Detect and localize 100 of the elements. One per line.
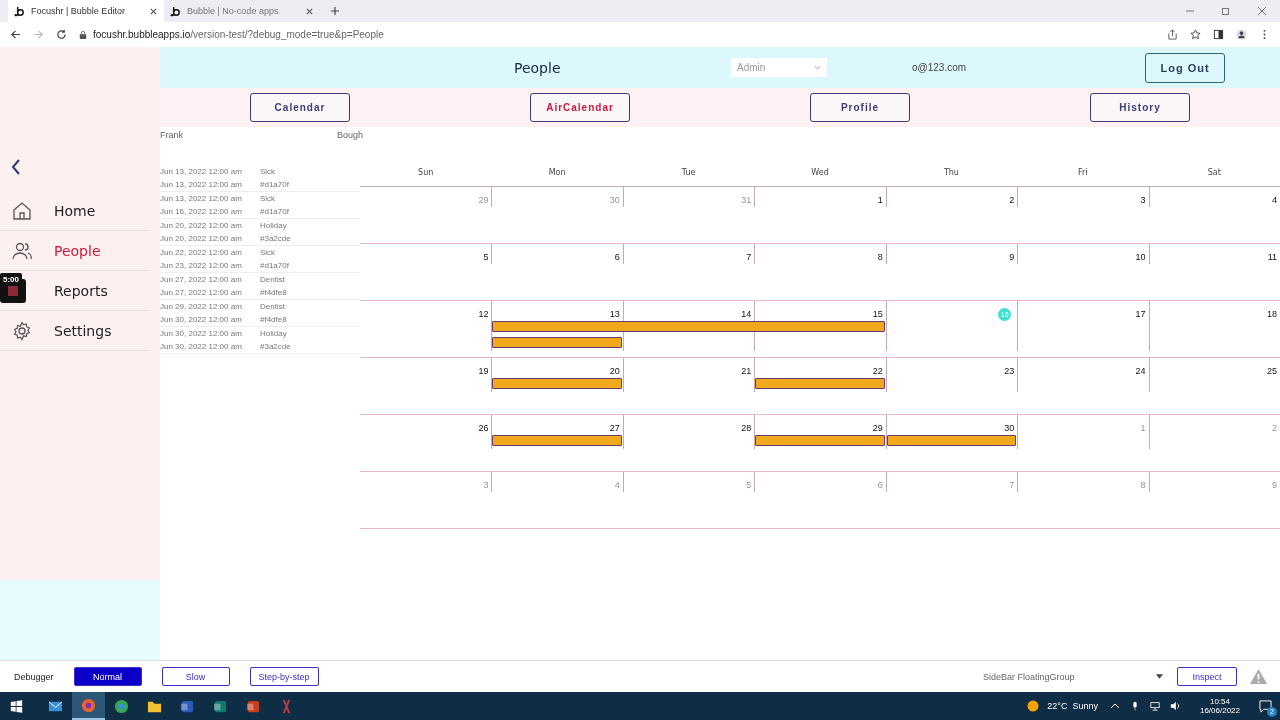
nav-button[interactable]: AirCalendar bbox=[530, 93, 630, 122]
windows-start-icon[interactable] bbox=[10, 699, 23, 713]
calendar-day[interactable]: 26 bbox=[360, 415, 492, 449]
calendar-day[interactable]: 6 bbox=[491, 244, 623, 264]
mail-icon bbox=[48, 698, 63, 714]
day-number: 13 bbox=[609, 309, 620, 319]
profile-icon[interactable] bbox=[1236, 29, 1247, 40]
leave-date: Jun 30, 2022 12:00 am bbox=[160, 315, 243, 324]
weekday-label: Wed bbox=[810, 167, 830, 179]
day-number: 19 bbox=[478, 366, 489, 376]
day-number: 3 bbox=[483, 480, 489, 490]
nav-button[interactable]: History bbox=[1090, 93, 1190, 122]
leave-date: Jun 13, 2022 12:00 am bbox=[160, 180, 243, 189]
first-name: Frank bbox=[160, 130, 183, 140]
leave-color-code: #d1a70f bbox=[260, 207, 290, 216]
nav-button[interactable]: Calendar bbox=[250, 93, 350, 122]
event-bar[interactable] bbox=[492, 378, 622, 389]
day-number: 8 bbox=[1140, 480, 1146, 490]
event-bar[interactable] bbox=[492, 337, 622, 348]
reload-icon[interactable] bbox=[56, 29, 67, 40]
event-bar[interactable] bbox=[492, 321, 885, 332]
calendar-day[interactable]: 3 bbox=[1017, 187, 1149, 207]
new-tab-icon[interactable] bbox=[330, 6, 340, 16]
star-icon[interactable] bbox=[1190, 29, 1201, 40]
calendar-day[interactable]: 4 bbox=[1148, 187, 1280, 207]
chat-icon bbox=[1258, 699, 1272, 713]
event-bar[interactable] bbox=[492, 435, 622, 446]
day-number: 26 bbox=[478, 423, 489, 433]
event-bar[interactable] bbox=[755, 435, 885, 446]
nav-button[interactable]: Profile bbox=[810, 93, 910, 122]
network-icon[interactable] bbox=[1149, 701, 1160, 711]
calendar-day[interactable]: 24 bbox=[1017, 358, 1149, 392]
calendar-day[interactable]: 25 bbox=[1148, 358, 1280, 392]
calendar-day[interactable]: 2 bbox=[885, 187, 1018, 207]
weekday-label: Fri bbox=[1077, 167, 1089, 179]
share-icon[interactable] bbox=[1167, 29, 1178, 40]
day-number: 2 bbox=[1009, 195, 1015, 205]
inspect-button[interactable]: Inspect bbox=[1177, 667, 1237, 686]
restore-icon[interactable] bbox=[1221, 6, 1231, 16]
day-number: 18 bbox=[1267, 309, 1277, 319]
leave-color-code: #3a2cde bbox=[260, 234, 292, 243]
leave-color-code: #3a2cde bbox=[260, 342, 292, 351]
browser-icon bbox=[114, 698, 129, 714]
calendar-day[interactable]: 5 bbox=[360, 244, 492, 264]
event-bar[interactable] bbox=[755, 378, 885, 389]
close-icon[interactable] bbox=[305, 6, 314, 16]
browser-tab[interactable]: Focushr | Bubble Editor bbox=[8, 0, 164, 22]
weather-text: 22°C Sunny bbox=[1047, 701, 1098, 711]
leave-date: Jun 22, 2022 12:00 am bbox=[160, 248, 243, 257]
mode-button[interactable]: Step-by-step bbox=[249, 667, 319, 686]
day-number: 9 bbox=[1009, 252, 1015, 262]
calendar-day[interactable]: 8 bbox=[754, 244, 886, 264]
taskbar-app[interactable] bbox=[72, 692, 105, 720]
leave-type: Dentist bbox=[260, 302, 286, 311]
leave-date: Jun 27, 2022 12:00 am bbox=[160, 288, 243, 297]
chevron-up-icon[interactable] bbox=[1109, 701, 1120, 711]
day-number: 27 bbox=[609, 423, 620, 433]
leave-type: Sick bbox=[260, 248, 277, 257]
leave-type: Holiday bbox=[260, 221, 288, 230]
leave-date: Jun 30, 2022 12:00 am bbox=[160, 329, 243, 338]
weekday-label: Sun bbox=[417, 167, 435, 179]
day-number: 29 bbox=[478, 195, 489, 205]
url-field[interactable]: focushr.bubbleapps.io/version-test/?debug_mode=true&p=People bbox=[93, 29, 384, 40]
calendar-day[interactable]: 18 bbox=[1148, 301, 1280, 351]
day-number: 1 bbox=[877, 195, 883, 205]
mode-button[interactable]: Normal bbox=[73, 667, 142, 686]
browser-icon bbox=[81, 697, 96, 713]
day-number: 6 bbox=[877, 480, 883, 490]
calendar-day[interactable]: 7 bbox=[622, 244, 755, 264]
mode-button[interactable]: Slow bbox=[161, 667, 230, 686]
leave-date: Jun 20, 2022 12:00 am bbox=[160, 221, 243, 230]
weekday-label: Thu bbox=[942, 167, 960, 179]
browser-tab[interactable]: Bubble | No-code apps bbox=[164, 0, 320, 22]
close-icon[interactable] bbox=[1257, 6, 1267, 16]
close-icon[interactable] bbox=[149, 6, 158, 16]
day-number: 29 bbox=[872, 423, 883, 433]
calendar-day[interactable]: 9 bbox=[885, 244, 1018, 264]
event-bar[interactable] bbox=[886, 435, 1017, 446]
back-icon[interactable] bbox=[10, 29, 21, 40]
sidebar-icon[interactable] bbox=[1213, 29, 1224, 40]
calendar-day[interactable]: 1 bbox=[754, 187, 886, 207]
calendar-day[interactable]: 10 bbox=[1017, 244, 1149, 264]
leave-type: Dentist bbox=[260, 275, 286, 284]
sidebar-item[interactable]: Settings bbox=[0, 311, 148, 351]
day-number: 23 bbox=[1004, 366, 1015, 376]
day-number: 7 bbox=[1009, 480, 1015, 490]
leave-type: Holiday bbox=[260, 329, 288, 338]
day-number: 21 bbox=[741, 366, 752, 376]
sidebar-item[interactable]: Home bbox=[0, 191, 148, 231]
calendar-day[interactable]: 19 bbox=[360, 358, 492, 392]
chevron-icon bbox=[814, 65, 821, 70]
logout-button[interactable]: Log Out bbox=[1145, 52, 1226, 83]
clock-time: 10:54 bbox=[1209, 697, 1230, 706]
calendar-day[interactable]: 17 bbox=[1017, 301, 1149, 351]
calendar-day[interactable]: 12 bbox=[360, 301, 492, 351]
calendar-day[interactable]: 11 bbox=[1148, 244, 1280, 264]
element-dropdown[interactable]: SideBar FloatingGroup bbox=[983, 671, 1163, 682]
leave-color-code: #f4dfe8 bbox=[260, 288, 288, 297]
speaker-icon[interactable] bbox=[1169, 701, 1180, 711]
day-number: 25 bbox=[1267, 366, 1277, 376]
